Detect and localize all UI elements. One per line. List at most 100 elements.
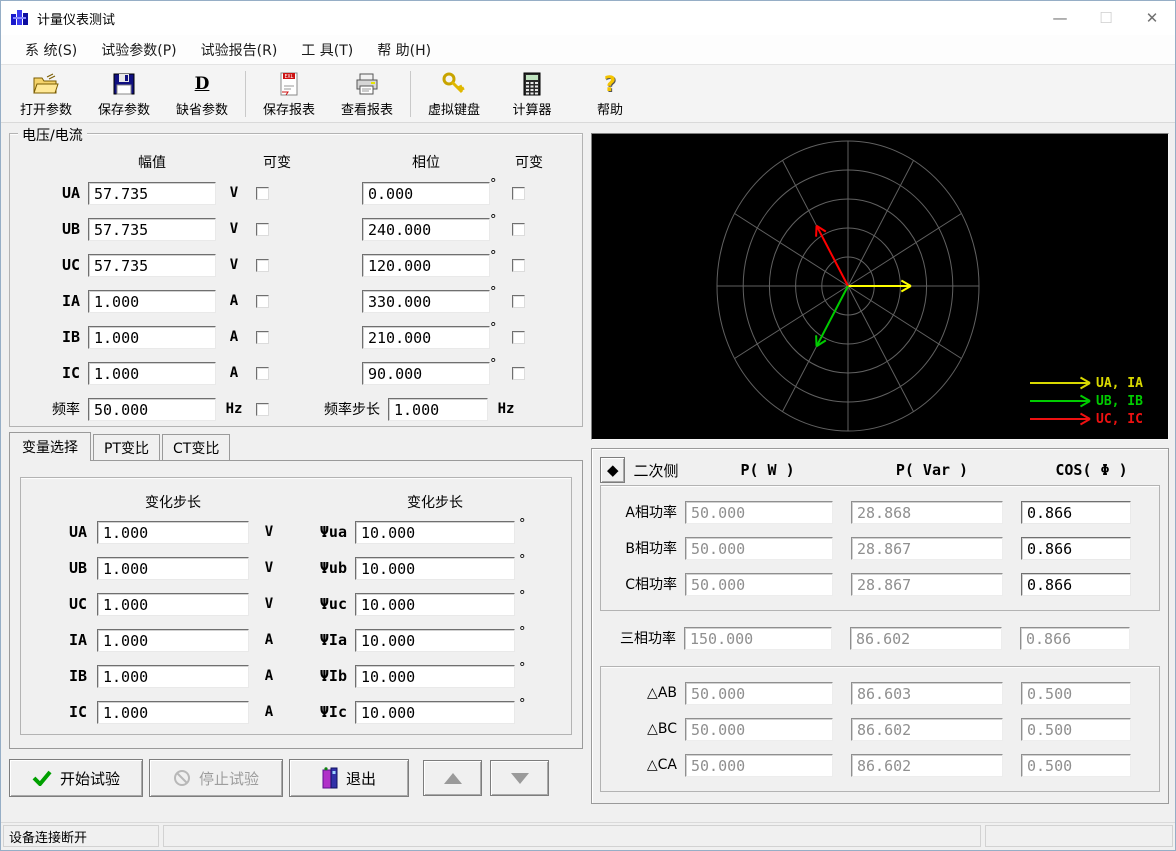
delta-ca-q-value (851, 754, 1003, 777)
ua-step-input[interactable] (97, 521, 249, 544)
stop-icon (173, 769, 191, 787)
ic-step-input[interactable] (97, 701, 249, 724)
tab-ct-ratio[interactable]: CT变比 (162, 434, 230, 460)
menu-tools[interactable]: 工 具(T) (289, 36, 365, 64)
psi-ia-step-input[interactable] (355, 629, 515, 652)
unit-label: A (249, 632, 289, 648)
psi-ib-step-input[interactable] (355, 665, 515, 688)
ia-phase-variable-checkbox[interactable] (512, 295, 525, 308)
virtual-keyboard-button[interactable]: 虚拟键盘 (415, 67, 493, 121)
start-test-button[interactable]: 开始试验 (9, 759, 143, 797)
ua-amplitude-variable-checkbox[interactable] (256, 187, 269, 200)
delta-power-group: △AB △BC △CA (600, 666, 1160, 792)
delta-ca-row: △CA (601, 747, 1159, 783)
psi-ic-step-input[interactable] (355, 701, 515, 724)
uc-step-input[interactable] (97, 593, 249, 616)
variable-header: 可变 (252, 152, 298, 172)
vc-row-ub: UB V ° (26, 211, 582, 247)
psi-uc-step-input[interactable] (355, 593, 515, 616)
row-label: IB (26, 328, 88, 346)
view-report-button[interactable]: 查看报表 (328, 67, 406, 121)
menu-help[interactable]: 帮 助(H) (365, 36, 443, 64)
ia-amplitude-input[interactable] (88, 290, 216, 313)
exit-button[interactable]: 退出 (289, 759, 409, 797)
ub-amplitude-variable-checkbox[interactable] (256, 223, 269, 236)
row-label: IA (26, 292, 88, 310)
step-group: 变化步长 变化步长 UA V Ψua ° UB V Ψub (20, 477, 572, 735)
unit-label: A (216, 293, 252, 309)
menu-test-params[interactable]: 试验参数(P) (89, 36, 188, 64)
frequency-variable-checkbox[interactable] (256, 403, 269, 416)
ub-phase-variable-checkbox[interactable] (512, 223, 525, 236)
delta-ab-q-value (851, 682, 1003, 705)
uc-phase-variable-checkbox[interactable] (512, 259, 525, 272)
phase-a-p-value (685, 501, 833, 524)
phase-b-q-value (851, 537, 1003, 560)
uc-phase-input[interactable] (362, 254, 490, 277)
vc-row-ib: IB A ° (26, 319, 582, 355)
step-row-ib: IB A ΨIb ° (37, 658, 571, 694)
row-label: △AB (601, 685, 685, 701)
ub-phase-input[interactable] (362, 218, 490, 241)
calculator-button[interactable]: 计算器 (493, 67, 571, 121)
frequency-step-input[interactable] (388, 398, 488, 421)
uc-amplitude-variable-checkbox[interactable] (256, 259, 269, 272)
psi-ub-step-input[interactable] (355, 557, 515, 580)
tab-pt-ratio[interactable]: PT变比 (93, 434, 160, 460)
phase-b-cos-value (1021, 537, 1131, 560)
ub-amplitude-input[interactable] (88, 218, 216, 241)
ib-amplitude-variable-checkbox[interactable] (256, 331, 269, 344)
degree-symbol: ° (515, 550, 531, 568)
row-label: UB (26, 220, 88, 238)
ua-phase-input[interactable] (362, 182, 490, 205)
unit-label: A (216, 365, 252, 381)
ia-amplitude-variable-checkbox[interactable] (256, 295, 269, 308)
minimize-button[interactable]: — (1037, 1, 1083, 35)
ia-phase-input[interactable] (362, 290, 490, 313)
open-params-button[interactable]: 打开参数 (7, 67, 85, 121)
ic-amplitude-input[interactable] (88, 362, 216, 385)
status-panel-middle (163, 825, 981, 847)
ua-amplitude-input[interactable] (88, 182, 216, 205)
ib-step-input[interactable] (97, 665, 249, 688)
p-watt-header: P( W ) (694, 461, 841, 479)
ic-phase-variable-checkbox[interactable] (512, 367, 525, 380)
row-label: △BC (601, 721, 685, 737)
menu-test-report[interactable]: 试验报告(R) (189, 36, 290, 64)
unit-label: V (216, 257, 252, 273)
ic-phase-input[interactable] (362, 362, 490, 385)
stop-test-button[interactable]: 停止试验 (149, 759, 283, 797)
phase-b-power-row: B相功率 (601, 530, 1159, 566)
psi-ua-step-input[interactable] (355, 521, 515, 544)
default-params-button[interactable]: D 缺省参数 (163, 67, 241, 121)
status-bar: 设备连接断开 (1, 822, 1175, 850)
help-button[interactable]: ? 帮助 (571, 67, 649, 121)
frequency-step-unit: Hz (488, 401, 524, 417)
menu-system[interactable]: 系 统(S) (13, 36, 89, 64)
vc-row-uc: UC V ° (26, 247, 582, 283)
degree-symbol: ° (515, 694, 531, 712)
ub-step-input[interactable] (97, 557, 249, 580)
diamond-marker-button[interactable]: ◆ (600, 457, 625, 483)
measurements-header: ◆ 二次侧 P( W ) P( Var ) COS( Φ ) (600, 455, 1160, 485)
tab-variable-select[interactable]: 变量选择 (9, 432, 91, 461)
ia-step-input[interactable] (97, 629, 249, 652)
psi-label: Ψua (289, 523, 355, 541)
save-report-button[interactable]: EXL 保存报表 (250, 67, 328, 121)
frequency-input[interactable] (88, 398, 216, 421)
view-report-label: 查看报表 (341, 99, 393, 118)
ua-phase-variable-checkbox[interactable] (512, 187, 525, 200)
save-params-button[interactable]: 保存参数 (85, 67, 163, 121)
ic-amplitude-variable-checkbox[interactable] (256, 367, 269, 380)
uc-amplitude-input[interactable] (88, 254, 216, 277)
ib-phase-variable-checkbox[interactable] (512, 331, 525, 344)
ib-amplitude-input[interactable] (88, 326, 216, 349)
question-mark-icon: ? (604, 70, 616, 98)
scroll-up-button[interactable] (423, 760, 482, 796)
phase-header: 相位 (362, 152, 490, 172)
ib-phase-input[interactable] (362, 326, 490, 349)
scroll-down-button[interactable] (490, 760, 549, 796)
close-button[interactable]: ✕ (1129, 1, 1175, 35)
check-icon (32, 770, 52, 786)
maximize-button[interactable]: ☐ (1083, 1, 1129, 35)
